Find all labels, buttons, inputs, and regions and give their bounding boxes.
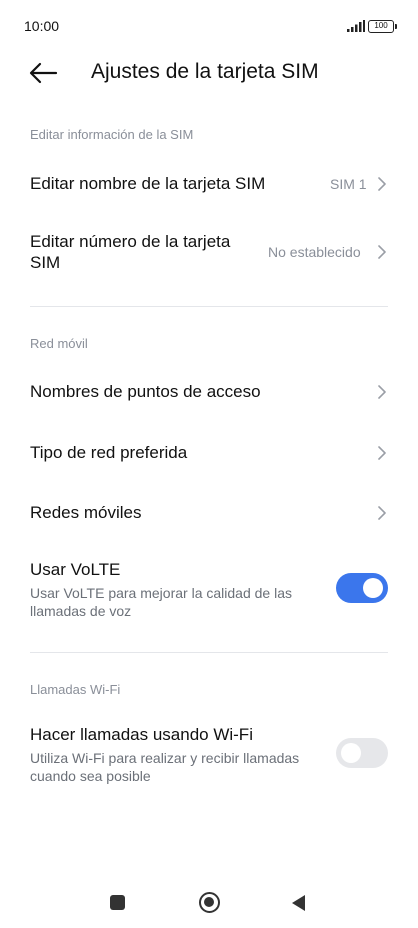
divider xyxy=(30,652,388,653)
chevron-right-icon xyxy=(378,506,386,520)
back-triangle-icon[interactable] xyxy=(291,894,307,912)
wifi-calling-row[interactable]: Hacer llamadas usando Wi-Fi Utiliza Wi-F… xyxy=(0,723,418,791)
mobile-networks-row[interactable]: Redes móviles xyxy=(0,492,418,534)
volte-title: Usar VoLTE xyxy=(30,560,121,579)
chevron-right-icon xyxy=(378,177,386,191)
toggle-knob xyxy=(363,578,383,598)
preferred-network-title: Tipo de red preferida xyxy=(30,443,188,462)
status-time: 10:00 xyxy=(24,18,60,34)
volte-row[interactable]: Usar VoLTE Usar VoLTE para mejorar la ca… xyxy=(0,558,418,626)
edit-sim-number-title-line2: SIM xyxy=(30,253,61,272)
sim-name-value: SIM 1 xyxy=(330,176,367,192)
home-circle-icon[interactable] xyxy=(199,892,220,913)
wifi-calling-toggle[interactable] xyxy=(336,738,388,768)
preferred-network-row[interactable]: Tipo de red preferida xyxy=(0,432,418,474)
sim-settings-screen: 10:00 100 Ajustes de la tarjeta SIM Edit… xyxy=(0,0,418,928)
apn-row[interactable]: Nombres de puntos de acceso xyxy=(0,371,418,413)
volte-description-line1: Usar VoLTE para mejorar la calidad de la… xyxy=(30,585,292,601)
volte-description-line2: llamadas de voz xyxy=(30,603,132,619)
back-button[interactable] xyxy=(26,58,60,88)
edit-sim-name-title: Editar nombre de la tarjeta SIM xyxy=(30,174,266,193)
sim-number-value: No establecido xyxy=(268,244,361,260)
battery-icon: 100 xyxy=(368,20,397,33)
status-bar: 10:00 100 xyxy=(0,0,418,52)
edit-sim-number-title-line1: Editar número de la tarjeta xyxy=(30,232,231,251)
toggle-knob xyxy=(341,743,361,763)
navigation-bar xyxy=(0,878,418,928)
recents-square-icon[interactable] xyxy=(110,895,125,910)
section-label-sim-info: Editar información de la SIM xyxy=(30,127,194,142)
arrow-left-icon xyxy=(29,62,58,84)
section-label-mobile-network: Red móvil xyxy=(30,336,88,351)
wifi-calling-description-line1: Utiliza Wi-Fi para realizar y recibir ll… xyxy=(30,750,300,766)
section-label-wifi-calling: Llamadas Wi-Fi xyxy=(30,682,121,697)
page-title: Ajustes de la tarjeta SIM xyxy=(91,60,319,83)
volte-toggle[interactable] xyxy=(336,573,388,603)
edit-sim-number-row[interactable]: Editar número de la tarjeta SIM No estab… xyxy=(0,228,418,278)
chevron-right-icon xyxy=(378,385,386,399)
wifi-calling-title: Hacer llamadas usando Wi-Fi xyxy=(30,725,253,744)
chevron-right-icon xyxy=(378,446,386,460)
wifi-calling-description-line2: cuando sea posible xyxy=(30,768,151,784)
edit-sim-name-row[interactable]: Editar nombre de la tarjeta SIM SIM 1 xyxy=(0,163,418,207)
mobile-networks-title: Redes móviles xyxy=(30,503,142,522)
signal-icon xyxy=(347,20,365,32)
divider xyxy=(30,306,388,307)
chevron-right-icon xyxy=(378,245,386,259)
apn-title: Nombres de puntos de acceso xyxy=(30,382,261,401)
